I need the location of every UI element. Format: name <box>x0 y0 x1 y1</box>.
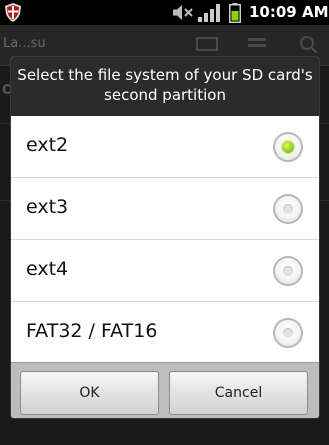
mail-icon <box>196 37 218 51</box>
status-bar: 10:09 AM <box>0 0 329 25</box>
option-label: ext3 <box>26 196 69 218</box>
option-label: ext2 <box>26 134 69 156</box>
radio-button[interactable] <box>273 318 303 348</box>
shield-icon <box>5 3 21 22</box>
signal-icon <box>198 4 220 22</box>
option-ext3[interactable]: ext3 <box>11 178 319 240</box>
option-ext4[interactable]: ext4 <box>11 240 319 302</box>
list-icon <box>248 38 266 47</box>
option-list: ext2 ext3 ext4 FAT32 / FAT16 <box>11 116 319 362</box>
option-fat32-fat16[interactable]: FAT32 / FAT16 <box>11 302 319 362</box>
radio-button[interactable] <box>273 256 303 286</box>
status-clock: 10:09 AM <box>249 3 329 21</box>
background-app-title: La...su <box>3 36 46 51</box>
option-label: ext4 <box>26 258 69 280</box>
option-ext2[interactable]: ext2 <box>11 116 319 178</box>
battery-icon <box>229 3 241 23</box>
radio-button[interactable] <box>273 194 303 224</box>
radio-button-checked[interactable] <box>273 132 303 162</box>
search-icon <box>300 36 318 53</box>
ok-button[interactable]: OK <box>20 371 159 415</box>
screen: 10:09 AM La...su O Select the file syste… <box>0 0 329 445</box>
file-system-dialog: Select the file system of your SD card's… <box>11 57 319 418</box>
dialog-button-bar: OK Cancel <box>11 362 319 418</box>
mute-icon <box>173 5 193 20</box>
cancel-button[interactable]: Cancel <box>169 371 308 415</box>
option-label: FAT32 / FAT16 <box>26 320 158 342</box>
dialog-title: Select the file system of your SD card's… <box>11 57 319 116</box>
